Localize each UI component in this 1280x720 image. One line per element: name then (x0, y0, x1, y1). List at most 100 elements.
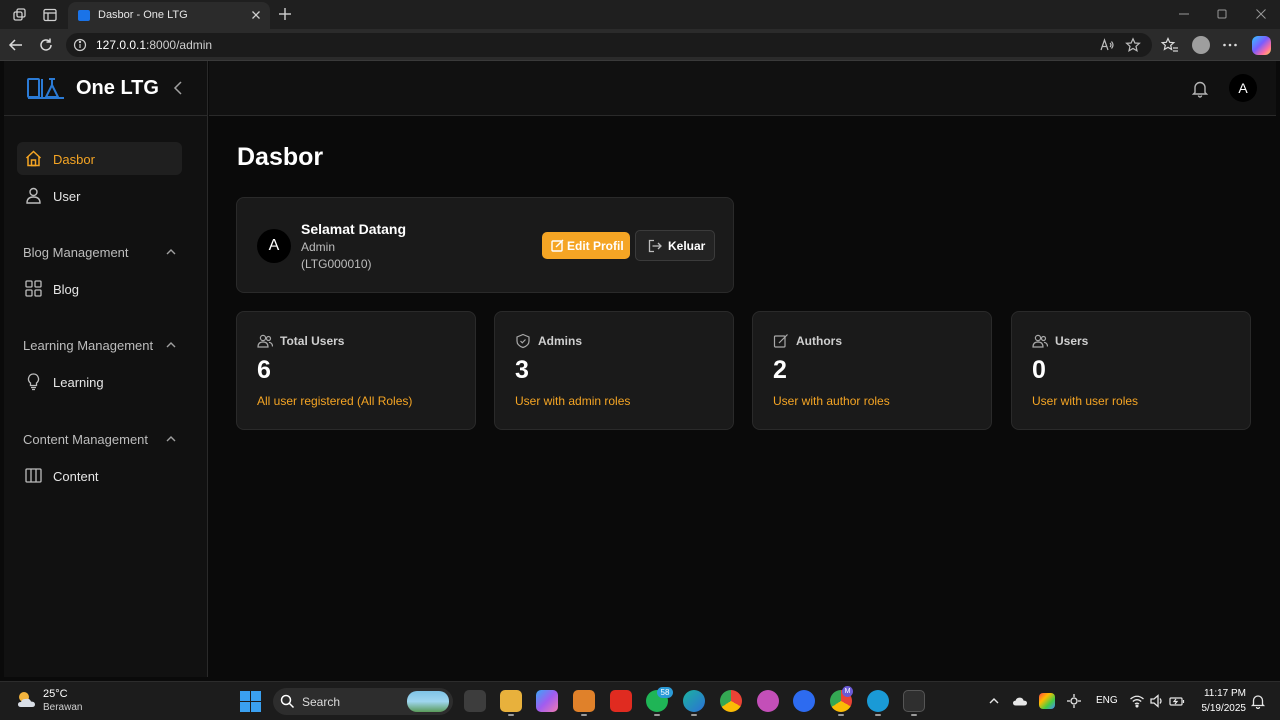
collapse-sidebar-icon[interactable] (170, 79, 186, 97)
app-tray-icon[interactable] (1039, 693, 1055, 709)
site-info-icon[interactable] (73, 38, 87, 52)
app-icon[interactable] (867, 690, 889, 712)
running-indicator (654, 714, 660, 716)
notification-icon[interactable] (1250, 693, 1266, 709)
task-view-icon[interactable] (464, 690, 486, 712)
stat-description: All user registered (All Roles) (257, 394, 413, 408)
youtube-icon[interactable] (610, 690, 632, 712)
clock-date[interactable]: 5/19/2025 (1194, 703, 1247, 714)
running-indicator (508, 714, 514, 716)
stat-card-total-users: Total Users 6 All user registered (All R… (236, 311, 476, 430)
favorite-star-icon[interactable] (1125, 37, 1141, 53)
running-indicator (691, 714, 697, 716)
address-bar-row: 127.0.0.1:8000/admin (0, 29, 1280, 61)
sidebar-item-label: User (53, 189, 81, 204)
temperature[interactable]: 25°C (43, 688, 68, 700)
stat-description: User with user roles (1032, 394, 1139, 408)
chevron-up-icon[interactable] (164, 245, 178, 259)
running-indicator (838, 714, 844, 716)
user-icon (24, 186, 43, 205)
bell-icon[interactable] (1191, 79, 1209, 98)
chevron-up-icon[interactable] (164, 432, 178, 446)
wifi-icon[interactable] (1129, 693, 1145, 709)
sidebar-item-blog[interactable]: Blog (17, 272, 182, 305)
users-icon (257, 333, 273, 349)
back-arrow-icon[interactable] (7, 36, 25, 54)
file-explorer-icon[interactable] (500, 690, 522, 712)
edge-icon[interactable] (683, 690, 705, 712)
sidebar-item-dasbor[interactable]: Dasbor (17, 142, 182, 175)
running-indicator (875, 714, 881, 716)
sidebar-item-content[interactable]: Content (17, 459, 182, 492)
weather-cloud-sun-icon[interactable] (16, 689, 38, 711)
chrome-icon[interactable] (720, 690, 742, 712)
terminal-icon[interactable] (903, 690, 925, 712)
section-content-management[interactable]: Content Management (23, 430, 178, 448)
sidebar-item-label: Content (53, 469, 99, 484)
top-header: A (209, 61, 1276, 116)
users-icon (1032, 333, 1048, 349)
edit-profile-button[interactable]: Edit Profil (542, 232, 630, 259)
bluetooth-settings-icon[interactable] (1066, 693, 1082, 709)
volume-icon[interactable] (1149, 693, 1165, 709)
site-favicon-icon (78, 10, 90, 21)
stat-label: Total Users (280, 334, 345, 348)
search-icon (280, 694, 295, 709)
section-learning-management[interactable]: Learning Management (23, 336, 178, 354)
clock-time[interactable]: 11:17 PM (1198, 688, 1246, 699)
sublime-text-icon[interactable] (573, 690, 595, 712)
taskbar: 25°C Berawan Search 58 M ENG 11:17 PM 5/… (0, 681, 1280, 720)
sidebar-item-label: Dasbor (53, 152, 95, 167)
user-id: (LTG000010) (301, 257, 372, 271)
zoom-icon[interactable] (793, 690, 815, 712)
onedrive-cloud-icon[interactable] (1012, 693, 1028, 709)
whatsapp-badge: 58 (657, 687, 673, 698)
section-title: Content Management (23, 432, 149, 447)
chevron-up-icon[interactable] (164, 338, 178, 352)
new-tab-icon[interactable] (276, 5, 294, 23)
show-hidden-icons-icon[interactable] (986, 693, 1002, 709)
user-avatar[interactable]: A (1229, 74, 1257, 102)
brand-name: One LTG (76, 77, 159, 99)
sidebar-item-user[interactable]: User (17, 179, 182, 212)
app-window: One LTG Dasbor User Blog Management Blog… (4, 61, 1276, 677)
running-indicator (581, 714, 587, 716)
read-aloud-icon[interactable] (1099, 37, 1115, 53)
maximize-icon[interactable] (1214, 6, 1230, 22)
browser-tab-strip: Dasbor - One LTG (0, 0, 1280, 29)
copilot-icon[interactable] (1252, 36, 1271, 55)
favorites-icon[interactable] (1161, 36, 1179, 54)
more-options-icon[interactable] (1221, 36, 1239, 54)
button-label: Keluar (668, 239, 706, 253)
windows-start-icon[interactable] (240, 691, 261, 712)
logout-button[interactable]: Keluar (635, 230, 715, 261)
screen-recorder-icon[interactable] (757, 690, 779, 712)
close-tab-icon[interactable] (248, 7, 264, 23)
tab-actions-icon[interactable] (41, 6, 59, 24)
stat-value: 3 (515, 356, 529, 384)
sidebar-item-label: Learning (53, 375, 104, 390)
brand-header: One LTG (4, 61, 208, 116)
browser-tab[interactable]: Dasbor - One LTG (68, 2, 270, 29)
close-window-icon[interactable] (1253, 6, 1269, 22)
weather-status[interactable]: Berawan (43, 702, 82, 713)
minimize-icon[interactable] (1176, 6, 1192, 22)
home-icon (24, 149, 43, 168)
workspaces-icon[interactable] (11, 6, 29, 24)
language-indicator[interactable]: ENG (1096, 695, 1118, 706)
one-ltg-logo-icon[interactable] (27, 75, 65, 101)
edit-icon (551, 239, 564, 252)
columns-icon (24, 466, 43, 485)
profile-avatar-icon[interactable] (1192, 36, 1210, 54)
logout-icon (648, 239, 662, 253)
taskbar-search[interactable]: Search (273, 688, 453, 715)
stat-value: 0 (1032, 356, 1046, 384)
copilot-app-icon[interactable] (536, 690, 558, 712)
reload-icon[interactable] (37, 36, 55, 54)
stat-card-authors: Authors 2 User with author roles (752, 311, 992, 430)
sidebar-item-learning[interactable]: Learning (17, 365, 182, 398)
battery-icon[interactable] (1169, 693, 1185, 709)
section-blog-management[interactable]: Blog Management (23, 243, 178, 261)
address-input[interactable]: 127.0.0.1:8000/admin (66, 33, 1152, 57)
shield-icon (515, 333, 531, 349)
